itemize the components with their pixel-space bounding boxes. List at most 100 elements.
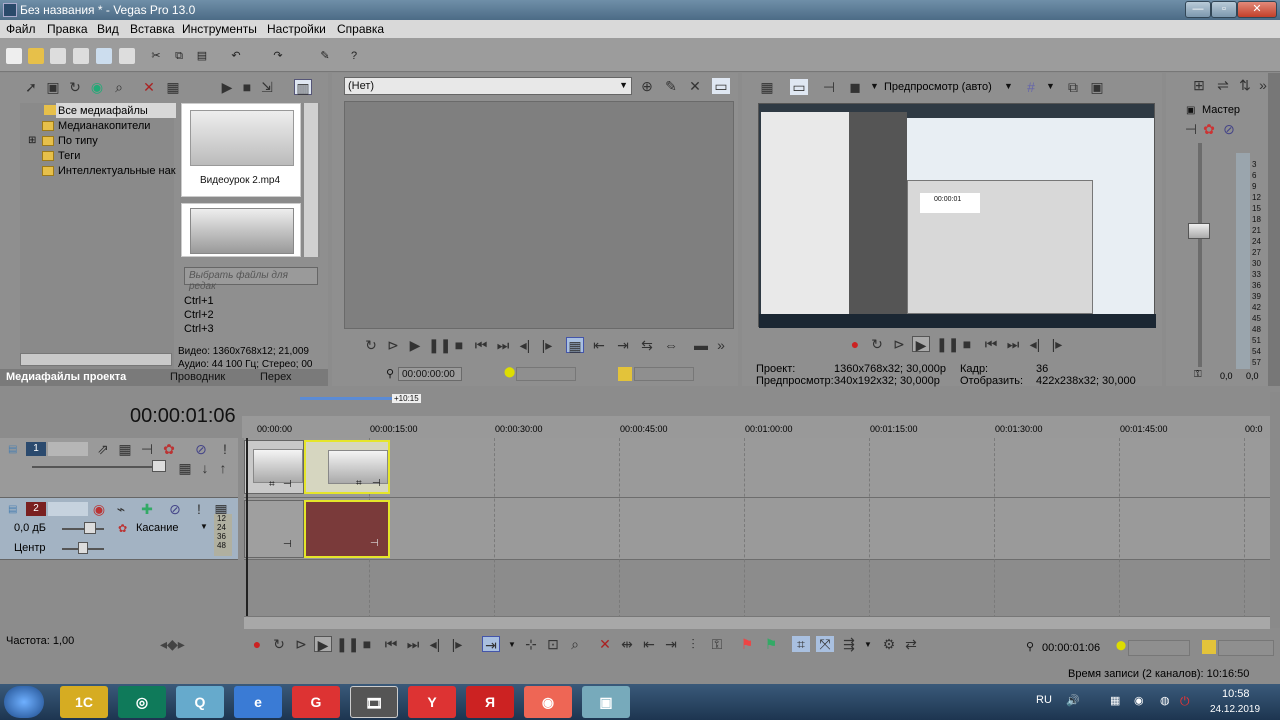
search-icon[interactable]: ⌕: [110, 79, 128, 95]
lock-envelopes-icon[interactable]: ⚙: [880, 636, 898, 652]
play-from-start-icon[interactable]: ⊳: [890, 336, 908, 352]
prev-frame-icon[interactable]: ◂|: [516, 337, 534, 353]
mark-out-icon[interactable]: ⇥: [614, 337, 632, 353]
fx-icon[interactable]: ✚: [138, 501, 156, 517]
trimmer-timecode[interactable]: 00:00:00:00: [398, 367, 462, 381]
search-input[interactable]: Выбрать файлы для редак: [184, 267, 318, 292]
mute-icon[interactable]: ⊘: [166, 501, 184, 517]
tree-item-tags[interactable]: Теги: [58, 150, 80, 162]
expand-icon[interactable]: ⊞: [28, 135, 36, 146]
compositing-icon[interactable]: ⊣: [138, 441, 156, 457]
cut-icon[interactable]: ✂: [148, 48, 164, 64]
taskbar-app-yandex[interactable]: Я: [466, 686, 514, 718]
loop-icon[interactable]: ↻: [362, 337, 380, 353]
chevron-down-icon[interactable]: ▼: [870, 81, 879, 91]
menu-file[interactable]: Файл: [6, 22, 36, 36]
help-pointer-icon[interactable]: ?: [346, 48, 362, 64]
play-icon[interactable]: ▶: [314, 636, 332, 653]
crop-icon[interactable]: ⌗: [269, 479, 275, 490]
play-from-start-icon[interactable]: ⊳: [384, 337, 402, 353]
playhead[interactable]: [246, 438, 248, 618]
power-tray-icon[interactable]: ⏻: [1180, 694, 1190, 709]
selection-length-field[interactable]: [1218, 640, 1274, 656]
gear-icon[interactable]: ✿: [118, 522, 127, 535]
refresh-icon[interactable]: ↻: [66, 79, 84, 95]
parent-icon[interactable]: ↓: [196, 460, 214, 476]
crop-icon[interactable]: ⌗: [356, 478, 362, 489]
monitor-icon[interactable]: ▭: [712, 78, 730, 94]
go-end-icon[interactable]: ⏭: [494, 337, 512, 353]
online-icon[interactable]: ◉: [88, 79, 106, 95]
lock-icon[interactable]: ⚿: [1194, 369, 1202, 380]
save-icon[interactable]: [50, 48, 66, 64]
tree-item-smart-bins[interactable]: Интеллектуальные нак: [58, 165, 176, 177]
go-end-icon[interactable]: ⏭: [1004, 336, 1022, 352]
remove-icon[interactable]: ✕: [140, 79, 158, 95]
loop-icon[interactable]: ↻: [270, 636, 288, 652]
go-start-icon[interactable]: ⏮: [472, 337, 490, 353]
audio-track-header[interactable]: ▤ 2 ◉ ⌁ ✚ ⊘ ! ▦ 0,0 дБ ✿ Касание ▼ Центр…: [0, 498, 238, 560]
prev-frame-icon[interactable]: ◂|: [426, 636, 444, 652]
trim-start-icon[interactable]: ⇤: [640, 636, 658, 652]
redo-icon[interactable]: ↷: [270, 48, 286, 64]
play-icon[interactable]: ▶: [912, 336, 930, 353]
loop-icon[interactable]: ↻: [868, 336, 886, 352]
menu-view[interactable]: Вид: [97, 22, 119, 36]
fx-icon[interactable]: ▦: [116, 441, 134, 457]
stop-icon[interactable]: ■: [238, 79, 256, 95]
tree-item-by-type[interactable]: По типу: [58, 135, 98, 147]
taskbar-app-2[interactable]: ◎: [118, 686, 166, 718]
auto-crossfade-icon[interactable]: ⤧: [816, 636, 834, 652]
menu-edit[interactable]: Правка: [47, 22, 88, 36]
autopreview-icon[interactable]: ⇲: [258, 79, 276, 95]
properties-icon[interactable]: ▦: [164, 79, 182, 95]
clock-time[interactable]: 10:58: [1222, 688, 1250, 700]
pan-slider-handle[interactable]: [78, 542, 88, 554]
taskbar-app-9[interactable]: ◉: [524, 686, 572, 718]
chrome-tray-icon[interactable]: ◉: [1134, 694, 1144, 707]
next-frame-icon[interactable]: |▸: [448, 636, 466, 652]
overlay-icon[interactable]: ◼: [846, 79, 864, 95]
video-track-lane[interactable]: [244, 438, 1270, 498]
selection-tool-icon[interactable]: ⊡: [544, 636, 562, 652]
open-icon[interactable]: [28, 48, 44, 64]
menu-help[interactable]: Справка: [337, 22, 384, 36]
menu-tools[interactable]: Инструменты: [182, 22, 257, 36]
ignore-grouping-icon[interactable]: ⇄: [902, 636, 920, 652]
timeline-vscrollbar[interactable]: [1270, 392, 1280, 628]
selection-start-field[interactable]: [1128, 640, 1190, 656]
track-collapse-icon[interactable]: ▤: [8, 444, 17, 455]
next-frame-icon[interactable]: |▸: [1048, 336, 1066, 352]
save-as-icon[interactable]: [73, 48, 89, 64]
child-icon[interactable]: ↑: [214, 460, 232, 476]
pause-icon[interactable]: ❚❚: [936, 336, 959, 352]
chevron-down-icon[interactable]: ▼: [864, 640, 872, 649]
go-start-icon[interactable]: ⏮: [982, 336, 1000, 352]
copy-icon[interactable]: ⧉: [171, 48, 187, 64]
minimize-button[interactable]: —: [1185, 1, 1211, 18]
new-icon[interactable]: [6, 48, 22, 64]
invert-phase-icon[interactable]: ⌁: [112, 501, 130, 517]
close-icon[interactable]: ✕: [686, 78, 704, 94]
solo-icon[interactable]: !: [190, 501, 208, 517]
overwrite-icon[interactable]: ⇔: [662, 337, 680, 353]
properties-icon[interactable]: ▦: [758, 79, 776, 95]
capture-icon[interactable]: ▣: [44, 79, 62, 95]
mute-icon[interactable]: ⊘: [1220, 121, 1238, 137]
mute-icon[interactable]: ⊘: [192, 441, 210, 457]
chevron-down-icon[interactable]: ▼: [1004, 81, 1013, 91]
normal-edit-tool-icon[interactable]: ⇥: [482, 636, 500, 653]
rate-slider-icon[interactable]: ◂◆▸: [160, 636, 185, 653]
menu-settings[interactable]: Настройки: [267, 22, 326, 36]
video-clip-selected[interactable]: ⌗ ⊣: [304, 440, 390, 494]
tree-item-media-bins[interactable]: Медианакопители: [58, 120, 150, 132]
play-from-start-icon[interactable]: ⊳: [292, 636, 310, 652]
view-icon[interactable]: ▥: [294, 79, 312, 96]
taskbar-app-1c[interactable]: 1C: [60, 686, 108, 718]
trimmer-range[interactable]: [516, 367, 576, 381]
track-name-field[interactable]: [48, 502, 88, 516]
split-screen-icon[interactable]: ⊣: [820, 79, 838, 95]
envelope-tool-icon[interactable]: ⊹: [522, 636, 540, 652]
clock-date[interactable]: 24.12.2019: [1210, 704, 1260, 715]
volume-slider-handle[interactable]: [84, 522, 96, 534]
